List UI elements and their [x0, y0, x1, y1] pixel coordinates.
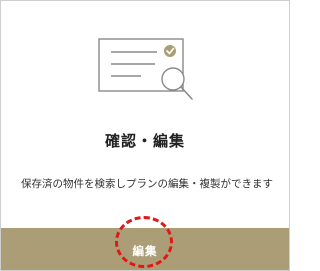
magnifier-handle — [180, 86, 193, 100]
edit-button-label: 編集 — [132, 244, 158, 258]
document-search-icon — [98, 38, 193, 100]
card-description: 保存済の物件を検索しプランの編集・複製ができます — [21, 178, 273, 190]
edit-card: 確認・編集 保存済の物件を検索しプランの編集・複製ができます 編集 — [0, 0, 290, 271]
card-title: 確認・編集 — [104, 132, 185, 150]
edit-button[interactable]: 編集 — [1, 228, 289, 270]
check-badge — [164, 45, 176, 57]
